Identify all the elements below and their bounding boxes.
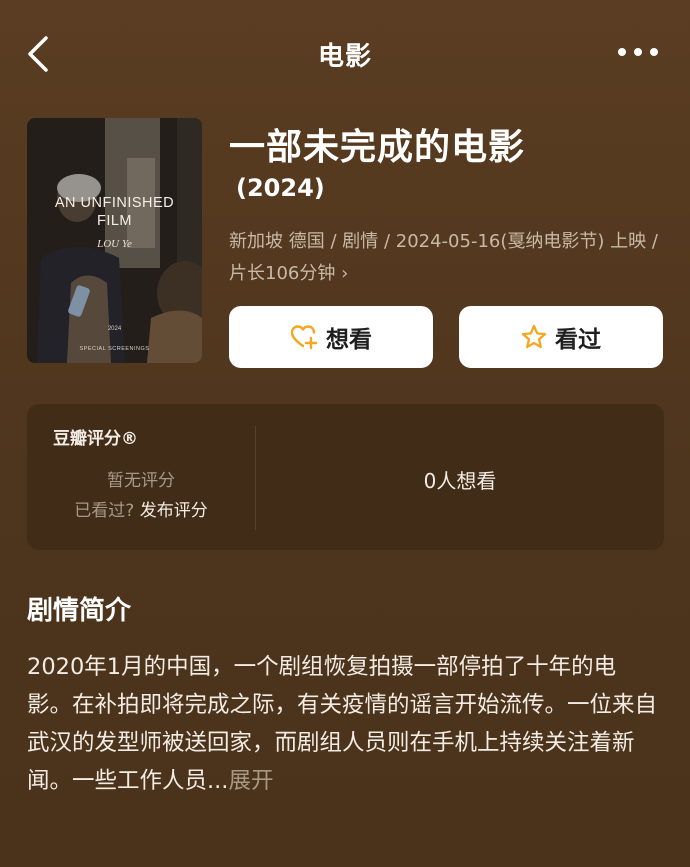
- heart-plus-icon: [290, 325, 318, 350]
- rating-title: 豆瓣评分®: [53, 429, 138, 449]
- movie-meta-text: 新加坡 德国 / 剧情 / 2024-05-16(戛纳电影节) 上映 / 片长1…: [229, 231, 658, 284]
- publish-rating-link[interactable]: 发布评分: [140, 501, 208, 521]
- movie-meta[interactable]: 新加坡 德国 / 剧情 / 2024-05-16(戛纳电影节) 上映 / 片长1…: [229, 226, 669, 290]
- movie-title: 一部未完成的电影: [229, 127, 526, 168]
- rating-prompt: 已看过? 发布评分: [27, 496, 255, 521]
- want-to-watch-label: 想看: [326, 327, 372, 353]
- expand-synopsis-link[interactable]: 展开: [228, 768, 273, 794]
- rating-card: 豆瓣评分® 暂无评分 已看过? 发布评分 0人想看: [27, 404, 664, 550]
- no-rating-text: 暂无评分: [107, 471, 175, 491]
- movie-poster[interactable]: AN UNFINISHED FILM LOU Ye 2024 SPECIAL S…: [27, 118, 202, 363]
- chevron-right-icon: ›: [341, 263, 349, 284]
- page-title: 电影: [317, 42, 372, 72]
- poster-title-line2: FILM: [96, 213, 133, 229]
- synopsis-heading: 剧情简介: [27, 596, 132, 626]
- want-count[interactable]: 0人想看: [256, 465, 664, 494]
- star-icon: [521, 324, 547, 349]
- poster-year: 2024: [107, 326, 122, 332]
- more-dots-icon: [618, 48, 658, 56]
- synopsis-text: 2020年1月的中国，一个剧组恢复拍摄一部停拍了十年的电影。在补拍即将完成之际，…: [27, 648, 657, 800]
- poster-author: LOU Ye: [97, 238, 132, 250]
- want-to-watch-button[interactable]: 想看: [229, 306, 433, 368]
- top-bar: 电影: [0, 0, 690, 105]
- poster-title-line1: AN UNFINISHED: [54, 195, 175, 211]
- more-button[interactable]: [616, 40, 660, 64]
- seen-prompt: 已看过?: [74, 501, 135, 521]
- movie-year: (2024): [236, 174, 325, 202]
- poster-title: AN UNFINISHED FILM: [27, 194, 202, 230]
- watched-label: 看过: [555, 327, 601, 353]
- watched-button[interactable]: 看过: [459, 306, 663, 368]
- synopsis-body: 2020年1月的中国，一个剧组恢复拍摄一部停拍了十年的电影。在补拍即将完成之际，…: [27, 654, 658, 794]
- poster-footer: SPECIAL SCREENINGS: [79, 346, 150, 352]
